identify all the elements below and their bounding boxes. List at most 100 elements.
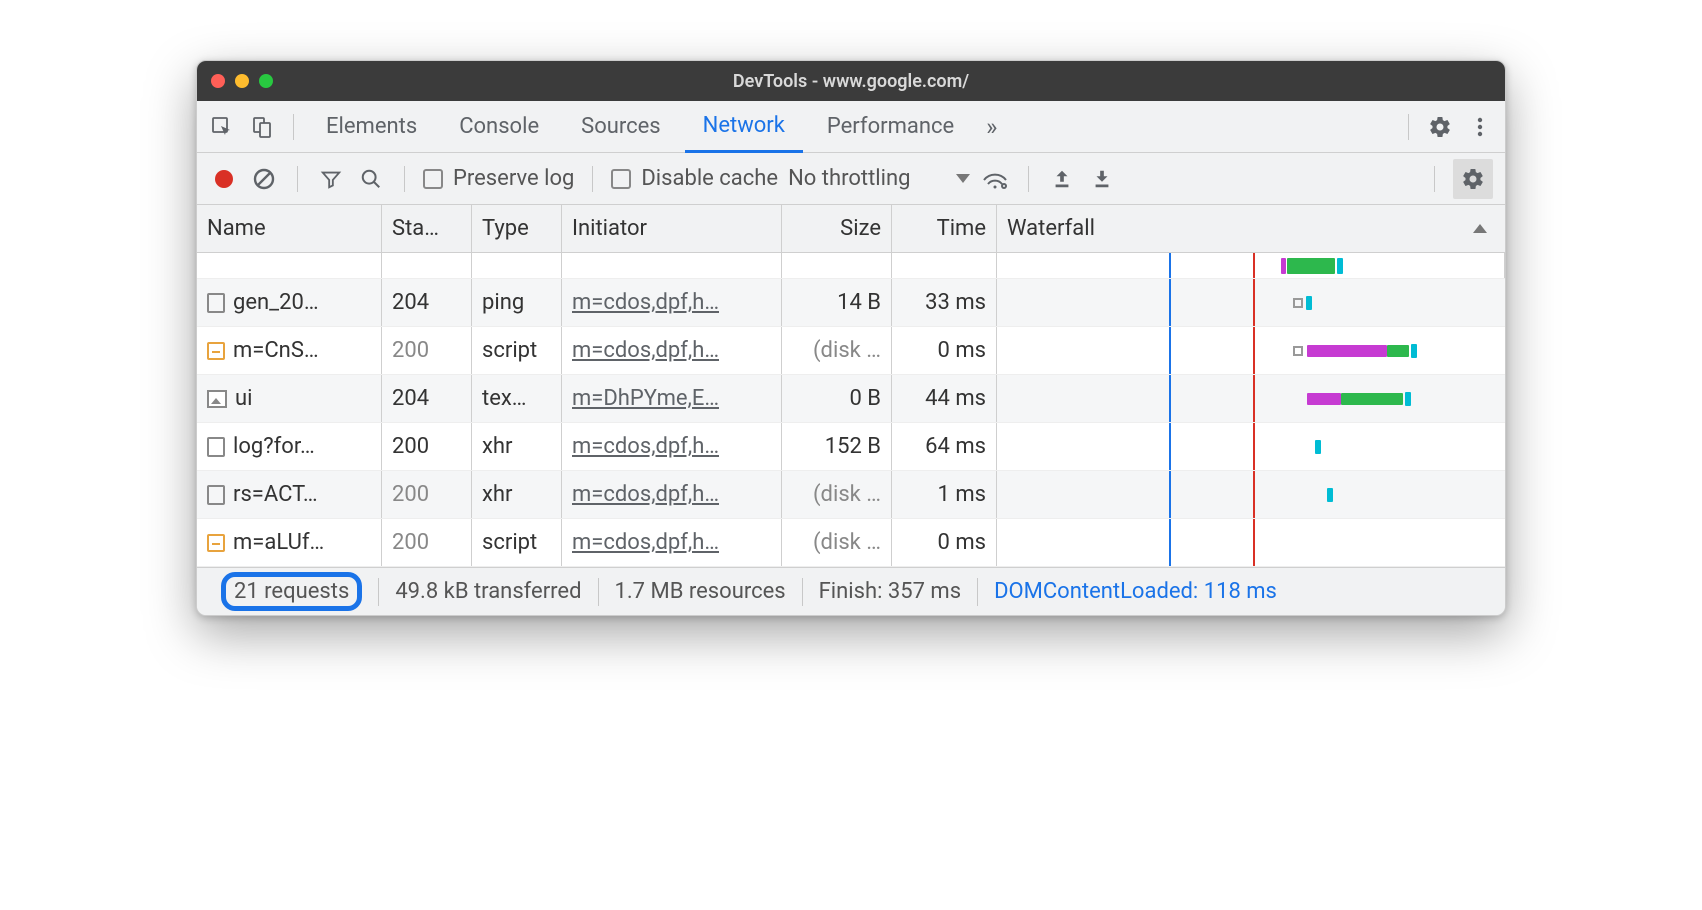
cell-status: 200 (382, 471, 472, 518)
cell-initiator[interactable]: m=cdos,dpf,h… (572, 482, 719, 507)
preserve-log-label: Preserve log (453, 166, 574, 191)
col-header-waterfall[interactable]: Waterfall (997, 205, 1505, 252)
cell-initiator[interactable]: m=DhPYme,E… (572, 386, 719, 411)
cell-time: 0 ms (892, 519, 997, 566)
table-header-row: Name Sta… Type Initiator Size Time Water… (197, 205, 1505, 253)
cell-size: 0 B (782, 375, 892, 422)
network-settings-gear-icon[interactable] (1453, 159, 1493, 199)
checkbox-icon (611, 169, 631, 189)
disable-cache-checkbox[interactable]: Disable cache (611, 166, 778, 191)
tab-network[interactable]: Network (685, 101, 803, 153)
upload-icon[interactable] (1047, 164, 1077, 194)
disable-cache-label: Disable cache (641, 166, 778, 191)
overview-band[interactable] (197, 253, 1505, 279)
chevron-down-icon (956, 174, 970, 183)
cell-type: script (472, 519, 562, 566)
document-file-icon (207, 437, 225, 457)
sort-asc-icon (1473, 224, 1487, 233)
minimize-window-button[interactable] (235, 74, 249, 88)
record-button[interactable] (215, 170, 233, 188)
transferred-size: 49.8 kB transferred (379, 578, 598, 606)
cell-name: rs=ACT… (233, 482, 318, 507)
cell-name: m=aLUf… (233, 530, 324, 555)
kebab-menu-icon[interactable] (1463, 110, 1497, 144)
cell-type: tex… (472, 375, 562, 422)
finish-time: Finish: 357 ms (803, 578, 978, 606)
cell-initiator[interactable]: m=cdos,dpf,h… (572, 434, 719, 459)
cell-time: 64 ms (892, 423, 997, 470)
cell-name: ui (235, 386, 252, 411)
filter-icon[interactable] (316, 164, 346, 194)
cell-name: m=CnS… (233, 338, 319, 363)
cell-initiator[interactable]: m=cdos,dpf,h… (572, 530, 719, 555)
cell-time: 33 ms (892, 279, 997, 326)
cell-size: (disk … (782, 327, 892, 374)
cell-type: xhr (472, 423, 562, 470)
tabs-overflow[interactable]: » (978, 101, 1005, 153)
devtools-window: DevTools - www.google.com/ Elements Cons… (196, 60, 1506, 616)
separator (1434, 166, 1435, 192)
cell-type: xhr (472, 471, 562, 518)
col-header-time[interactable]: Time (892, 205, 997, 252)
cell-size: (disk … (782, 519, 892, 566)
device-toggle-icon[interactable] (245, 110, 279, 144)
script-file-icon (207, 342, 225, 360)
checkbox-icon (423, 169, 443, 189)
window-titlebar: DevTools - www.google.com/ (197, 61, 1505, 101)
search-icon[interactable] (356, 164, 386, 194)
resources-size: 1.7 MB resources (599, 578, 803, 606)
cell-status: 204 (382, 279, 472, 326)
close-window-button[interactable] (211, 74, 225, 88)
requests-highlight: 21 requests (221, 572, 362, 611)
script-file-icon (207, 534, 225, 552)
tab-sources[interactable]: Sources (563, 101, 679, 153)
cell-name: gen_20… (233, 290, 319, 315)
col-header-size[interactable]: Size (782, 205, 892, 252)
cell-size: 14 B (782, 279, 892, 326)
col-header-type[interactable]: Type (472, 205, 562, 252)
maximize-window-button[interactable] (259, 74, 273, 88)
col-header-name[interactable]: Name (197, 205, 382, 252)
preserve-log-checkbox[interactable]: Preserve log (423, 166, 574, 191)
cell-name: log?for… (233, 434, 315, 459)
status-bar: 21 requests 49.8 kB transferred 1.7 MB r… (197, 567, 1505, 615)
document-file-icon (207, 293, 225, 313)
network-conditions-icon[interactable] (980, 164, 1010, 194)
traffic-lights (211, 74, 273, 88)
download-icon[interactable] (1087, 164, 1117, 194)
separator (297, 166, 298, 192)
cell-status: 200 (382, 423, 472, 470)
tab-console[interactable]: Console (441, 101, 557, 153)
main-toolbar: Elements Console Sources Network Perform… (197, 101, 1505, 153)
separator (1408, 114, 1409, 140)
table-row[interactable]: gen_20…204pingm=cdos,dpf,h…14 B33 ms (197, 279, 1505, 327)
tab-elements[interactable]: Elements (308, 101, 435, 153)
cell-initiator[interactable]: m=cdos,dpf,h… (572, 290, 719, 315)
table-row[interactable]: log?for… 200xhr m=cdos,dpf,h… 152 B64 ms (197, 423, 1505, 471)
cell-waterfall (997, 279, 1505, 326)
cell-waterfall (997, 375, 1505, 422)
cell-waterfall (997, 423, 1505, 470)
requests-table: Name Sta… Type Initiator Size Time Water… (197, 205, 1505, 567)
cell-time: 1 ms (892, 471, 997, 518)
table-row[interactable]: m=CnS…200scriptm=cdos,dpf,h…(disk …0 ms (197, 327, 1505, 375)
settings-gear-icon[interactable] (1423, 110, 1457, 144)
table-row[interactable]: m=aLUf…200scriptm=cdos,dpf,h…(disk …0 ms (197, 519, 1505, 567)
throttling-select[interactable]: No throttling (788, 166, 970, 191)
cell-time: 0 ms (892, 327, 997, 374)
tab-performance[interactable]: Performance (809, 101, 972, 153)
cell-size: (disk … (782, 471, 892, 518)
col-header-initiator[interactable]: Initiator (562, 205, 782, 252)
domcontentloaded-time: DOMContentLoaded: 118 ms (978, 578, 1293, 606)
separator (293, 114, 294, 140)
table-row[interactable]: rs=ACT… 200xhr m=cdos,dpf,h… (disk …1 ms (197, 471, 1505, 519)
cell-time: 44 ms (892, 375, 997, 422)
inspect-element-icon[interactable] (205, 110, 239, 144)
cell-initiator[interactable]: m=cdos,dpf,h… (572, 338, 719, 363)
cell-size: 152 B (782, 423, 892, 470)
col-header-status[interactable]: Sta… (382, 205, 472, 252)
clear-icon[interactable] (249, 164, 279, 194)
table-row[interactable]: ui204tex…m=DhPYme,E…0 B44 ms (197, 375, 1505, 423)
requests-count: 21 requests (211, 578, 379, 606)
cell-status: 200 (382, 327, 472, 374)
